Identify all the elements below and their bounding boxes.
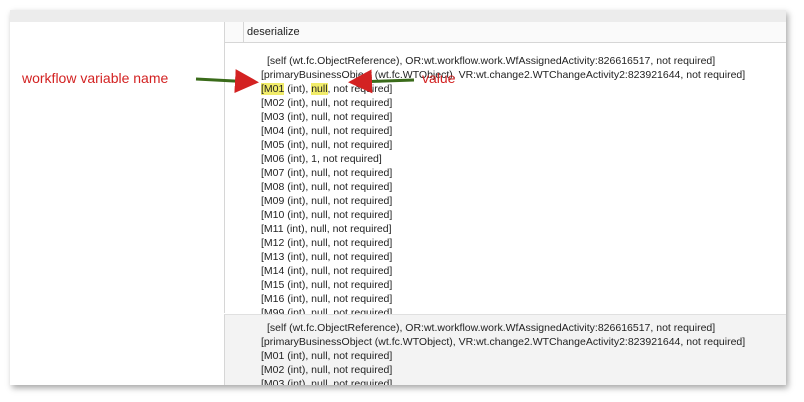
annotation-arrows bbox=[195, 69, 415, 94]
arrow-to-value bbox=[348, 69, 415, 94]
screenshot-frame: deserialize [self (wt.fc.ObjectReference… bbox=[10, 10, 786, 385]
arrow-to-variable-name bbox=[195, 69, 259, 94]
